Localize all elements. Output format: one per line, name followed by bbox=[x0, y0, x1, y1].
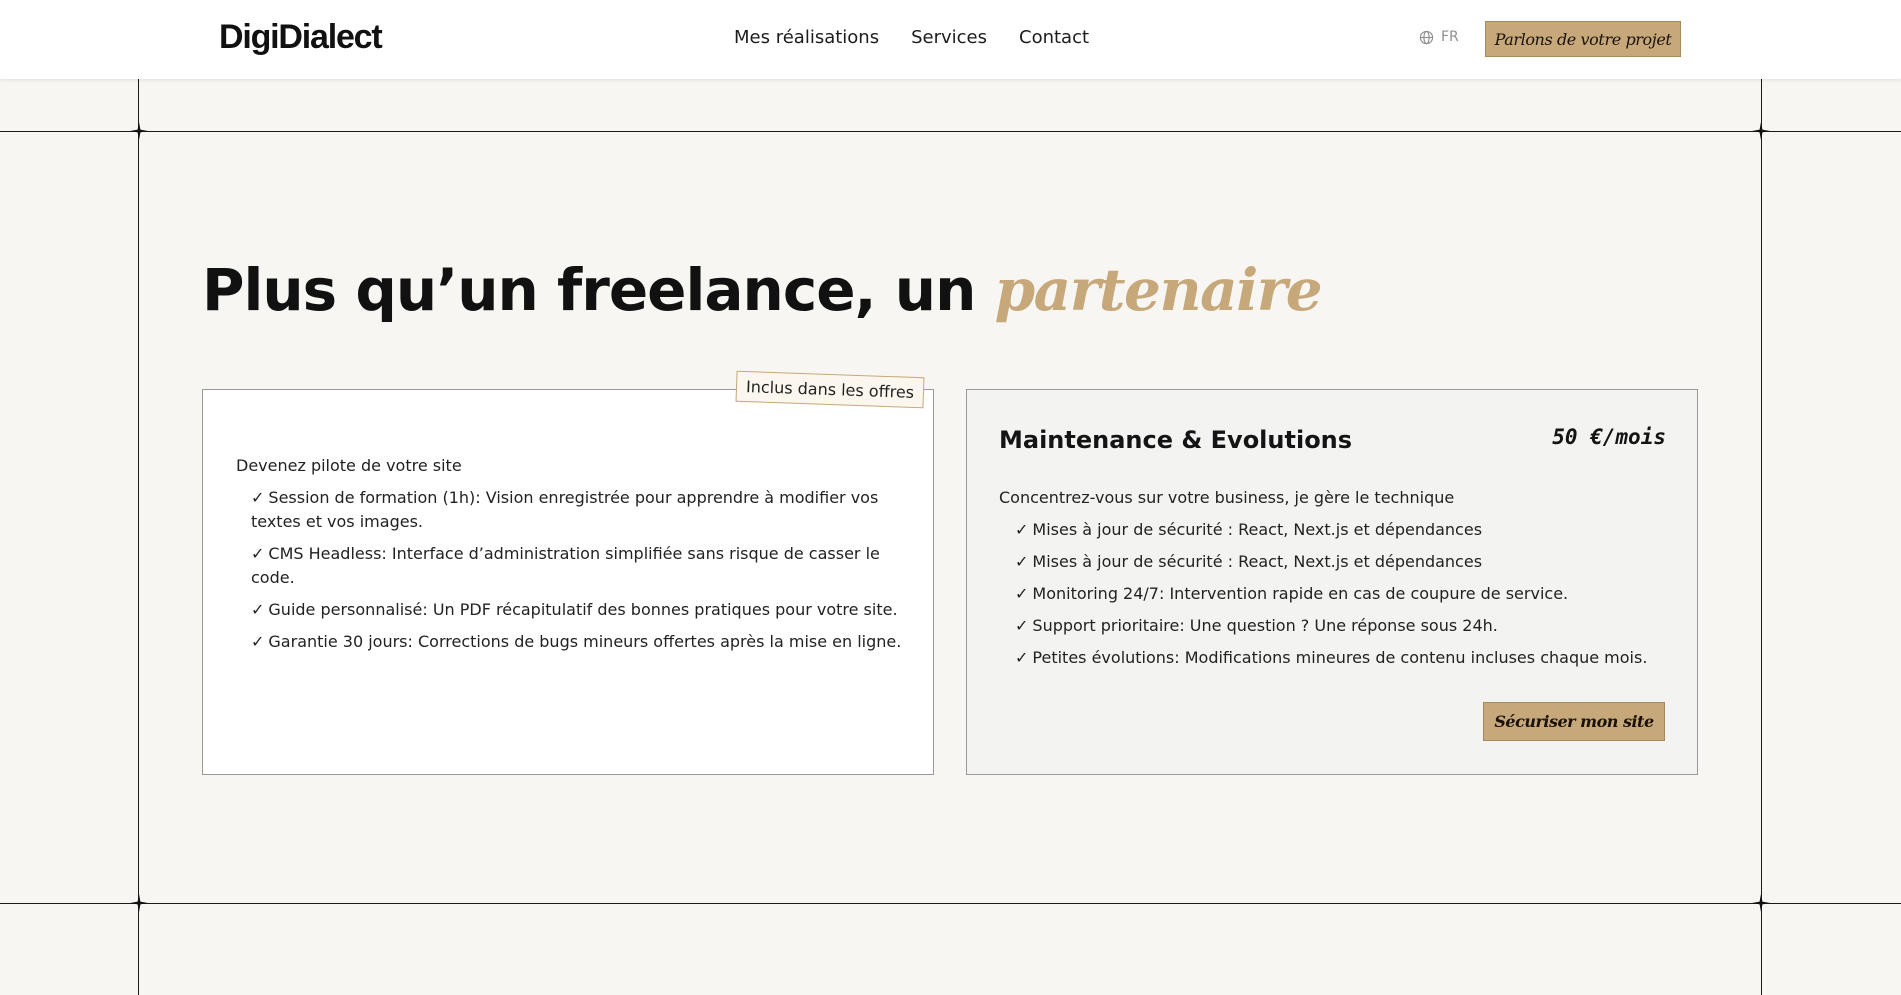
list-item: ✓ CMS Headless: Interface d’administratio… bbox=[251, 544, 880, 587]
maintenance-card: Maintenance & Evolutions 50 €/mois Conce… bbox=[966, 389, 1698, 775]
logo[interactable]: DigiDialect bbox=[219, 18, 383, 57]
sparkle-icon bbox=[130, 122, 148, 140]
check-icon: ✓ bbox=[1015, 584, 1029, 603]
language-label: FR bbox=[1441, 29, 1459, 45]
list-item: ✓ Mises à jour de sécurité : React, Next.… bbox=[1015, 520, 1483, 539]
check-icon: ✓ bbox=[1015, 648, 1029, 667]
frame-line-top bbox=[0, 131, 1901, 132]
included-intro: Devenez pilote de votre site bbox=[236, 456, 462, 475]
site-header: DigiDialect Mes réalisations Services Co… bbox=[0, 0, 1901, 79]
list-item: ✓ Mises à jour de sécurité : React, Next.… bbox=[1015, 552, 1483, 571]
main-nav: Mes réalisations Services Contact bbox=[734, 27, 1089, 48]
frame-line-bottom bbox=[0, 903, 1901, 904]
check-icon: ✓ bbox=[251, 600, 265, 619]
list-item: ✓ Monitoring 24/7: Intervention rapide en… bbox=[1015, 584, 1569, 603]
sparkle-icon bbox=[130, 894, 148, 912]
check-icon: ✓ bbox=[1015, 616, 1029, 635]
list-item: ✓ Guide personnalisé: Un PDF récapitulati… bbox=[251, 600, 898, 619]
title-plain: Plus qu’un freelance, un bbox=[202, 256, 995, 324]
page-title: Plus qu’un freelance, un partenaire bbox=[202, 256, 1323, 324]
check-icon: ✓ bbox=[251, 632, 265, 651]
globe-icon bbox=[1419, 30, 1434, 45]
list-item: ✓ Petites évolutions: Modifications mineu… bbox=[1015, 648, 1648, 667]
nav-item-contact[interactable]: Contact bbox=[1019, 27, 1089, 48]
included-card: Devenez pilote de votre site ✓ Session de… bbox=[202, 389, 934, 775]
nav-item-services[interactable]: Services bbox=[911, 27, 987, 48]
maintenance-list: ✓ Mises à jour de sécurité : React, Next.… bbox=[1015, 510, 1675, 670]
title-accent: partenaire bbox=[994, 256, 1323, 324]
frame-line-left bbox=[138, 0, 139, 995]
check-icon: ✓ bbox=[251, 488, 265, 507]
maintenance-price: 50 €/mois bbox=[1552, 425, 1666, 449]
frame-line-right bbox=[1761, 0, 1762, 995]
list-item: ✓ Garantie 30 jours: Corrections de bugs … bbox=[251, 632, 902, 651]
contact-cta-button[interactable]: Parlons de votre projet bbox=[1485, 21, 1681, 57]
language-switcher[interactable]: FR bbox=[1419, 29, 1459, 45]
check-icon: ✓ bbox=[1015, 520, 1029, 539]
secure-site-button[interactable]: Sécuriser mon site bbox=[1483, 702, 1665, 741]
sparkle-icon bbox=[1752, 894, 1770, 912]
maintenance-title: Maintenance & Evolutions bbox=[999, 426, 1353, 454]
list-item: ✓ Support prioritaire: Une question ? Une… bbox=[1015, 616, 1498, 635]
nav-item-realisations[interactable]: Mes réalisations bbox=[734, 27, 879, 48]
check-icon: ✓ bbox=[251, 544, 265, 563]
check-icon: ✓ bbox=[1015, 552, 1029, 571]
included-list: ✓ Session de formation (1h): Vision enreg… bbox=[251, 478, 911, 654]
sparkle-icon bbox=[1752, 122, 1770, 140]
list-item: ✓ Session de formation (1h): Vision enreg… bbox=[251, 488, 879, 531]
maintenance-intro: Concentrez-vous sur votre business, je g… bbox=[999, 488, 1455, 507]
included-badge: Inclus dans les offres bbox=[735, 370, 925, 409]
